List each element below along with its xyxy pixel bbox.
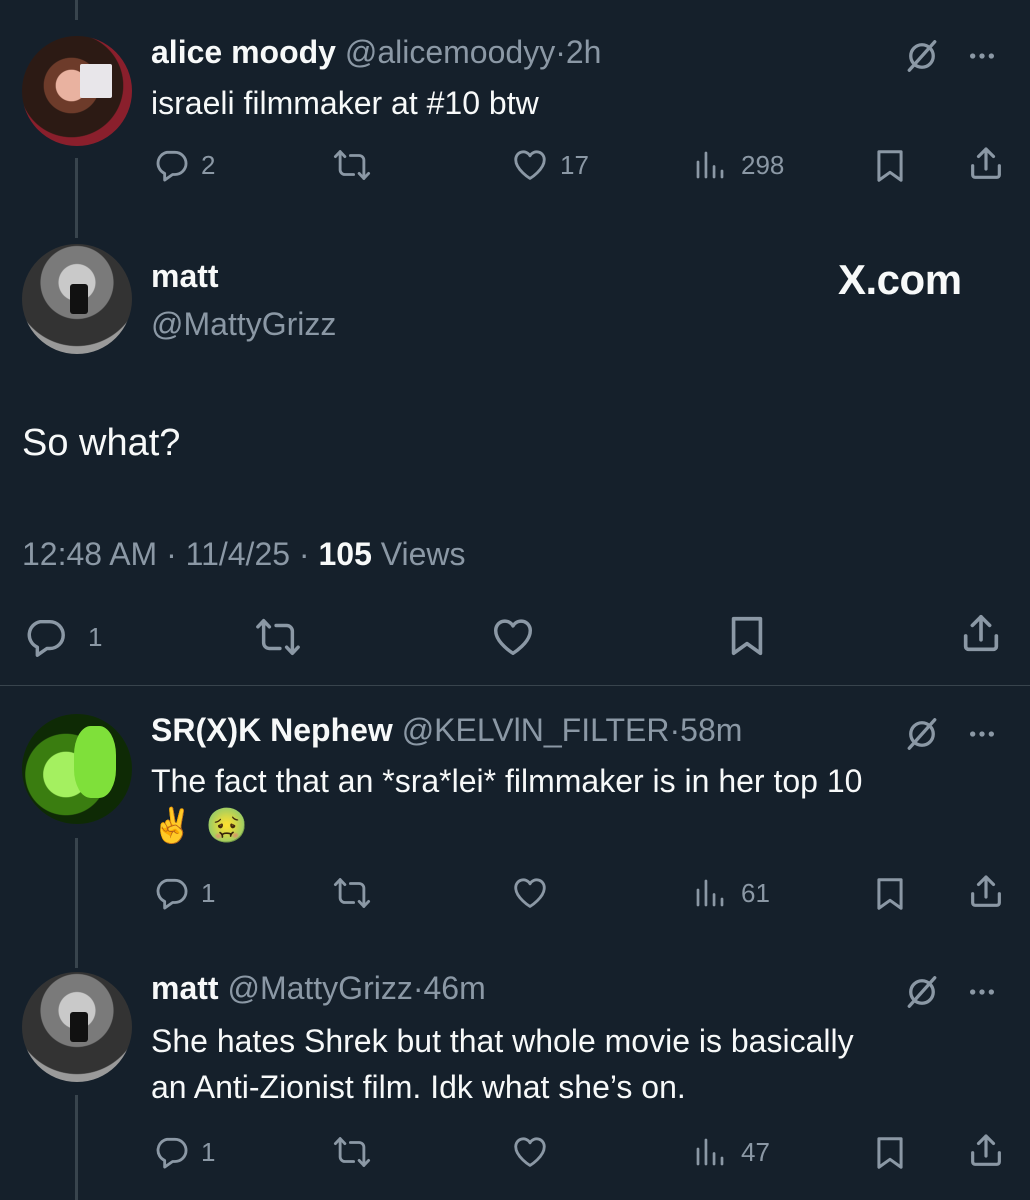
view-count: 47 [741, 1137, 770, 1167]
retweet-icon[interactable] [332, 874, 372, 912]
divider [0, 685, 1030, 686]
timestamp[interactable]: 2h [566, 34, 602, 70]
tweet-text-line2: an Anti-Zionist film. Idk what she’s on. [151, 1069, 686, 1105]
tweet-text: The fact that an *sra*lei* filmmaker is … [151, 763, 863, 799]
avatar-alice[interactable] [22, 36, 132, 146]
thread-line-4 [75, 1095, 78, 1200]
like-count: 17 [560, 150, 589, 180]
views-icon[interactable] [692, 874, 728, 912]
avatar-matt[interactable] [22, 244, 132, 354]
more-icon[interactable] [962, 976, 1002, 1008]
reply-count: 1 [88, 622, 103, 652]
tweet3-header: SR(X)K Nephew @KELVlN_FILTER·58m [151, 712, 742, 749]
tweet-meta: 12:48 AM · 11/4/25 · 105 Views [22, 536, 466, 573]
views-icon[interactable] [692, 146, 728, 184]
reply-count: 1 [201, 1137, 216, 1167]
timestamp[interactable]: 46m [423, 970, 485, 1006]
bookmark-icon[interactable] [724, 612, 770, 660]
user-handle[interactable]: @KELVlN_FILTER [402, 712, 670, 748]
reply-count: 1 [201, 878, 216, 908]
share-icon[interactable] [958, 610, 1004, 658]
thread-line-3 [75, 838, 78, 968]
separator: · [555, 34, 566, 70]
post-date[interactable]: 11/4/25 [186, 536, 290, 572]
user-handle[interactable]: @MattyGrizz [151, 306, 336, 343]
view-count: 298 [741, 150, 785, 180]
heart-icon[interactable] [490, 614, 536, 660]
retweet-icon[interactable] [332, 1133, 372, 1171]
post-time[interactable]: 12:48 AM [22, 536, 157, 572]
user-name[interactable]: matt [151, 970, 219, 1006]
separator: · [412, 970, 424, 1006]
victory-hand-emoji: ✌️ [151, 807, 194, 845]
tweet1-header: alice moody @alicemoodyy·2h [151, 34, 601, 71]
heart-icon[interactable] [511, 146, 549, 184]
views-icon[interactable] [692, 1133, 728, 1171]
views-label: Views [380, 536, 466, 572]
reply-icon[interactable] [22, 614, 68, 660]
bookmark-icon[interactable] [871, 874, 909, 914]
tweet4-header: matt @MattyGrizz·46m [151, 970, 486, 1007]
brand-watermark: X.com [838, 256, 962, 303]
emoji-row: ✌️ 🤢 [151, 806, 248, 846]
user-name[interactable]: SR(X)K Nephew [151, 712, 393, 748]
more-icon[interactable] [962, 40, 1002, 72]
grok-icon[interactable] [904, 716, 940, 752]
timestamp[interactable]: 58m [680, 712, 742, 748]
retweet-icon[interactable] [332, 146, 372, 184]
user-name[interactable]: matt [151, 258, 219, 295]
share-icon[interactable] [966, 1131, 1006, 1171]
reply-icon[interactable] [152, 874, 190, 912]
grok-icon[interactable] [904, 38, 940, 74]
thread-line-1 [75, 158, 78, 238]
share-icon[interactable] [966, 872, 1006, 912]
reply-icon[interactable] [152, 1133, 190, 1171]
bookmark-icon[interactable] [871, 146, 909, 186]
user-name[interactable]: alice moody [151, 34, 336, 70]
view-count: 61 [741, 878, 770, 908]
avatar-matt[interactable] [22, 972, 132, 1082]
bookmark-icon[interactable] [871, 1133, 909, 1173]
separator: · [298, 536, 310, 572]
heart-icon[interactable] [511, 874, 549, 912]
tweet-text-line1: She hates Shrek but that whole movie is … [151, 1023, 854, 1059]
heart-icon[interactable] [511, 1133, 549, 1171]
grok-icon[interactable] [904, 974, 940, 1010]
user-handle[interactable]: @MattyGrizz [227, 970, 412, 1006]
retweet-icon[interactable] [254, 614, 302, 660]
separator: · [669, 712, 681, 748]
main-tweet-text: So what? [22, 422, 181, 464]
views-count[interactable]: 105 [318, 536, 371, 572]
reply-count: 2 [201, 150, 216, 180]
more-icon[interactable] [962, 718, 1002, 750]
separator: · [166, 536, 177, 572]
nauseated-face-emoji: 🤢 [205, 807, 249, 845]
share-icon[interactable] [966, 144, 1006, 184]
thread-line-top [75, 0, 78, 20]
avatar-kelvin[interactable] [22, 714, 132, 824]
tweet-text: israeli filmmaker at #10 btw [151, 85, 539, 121]
reply-icon[interactable] [152, 146, 190, 184]
user-handle[interactable]: @alicemoodyy [345, 34, 555, 70]
